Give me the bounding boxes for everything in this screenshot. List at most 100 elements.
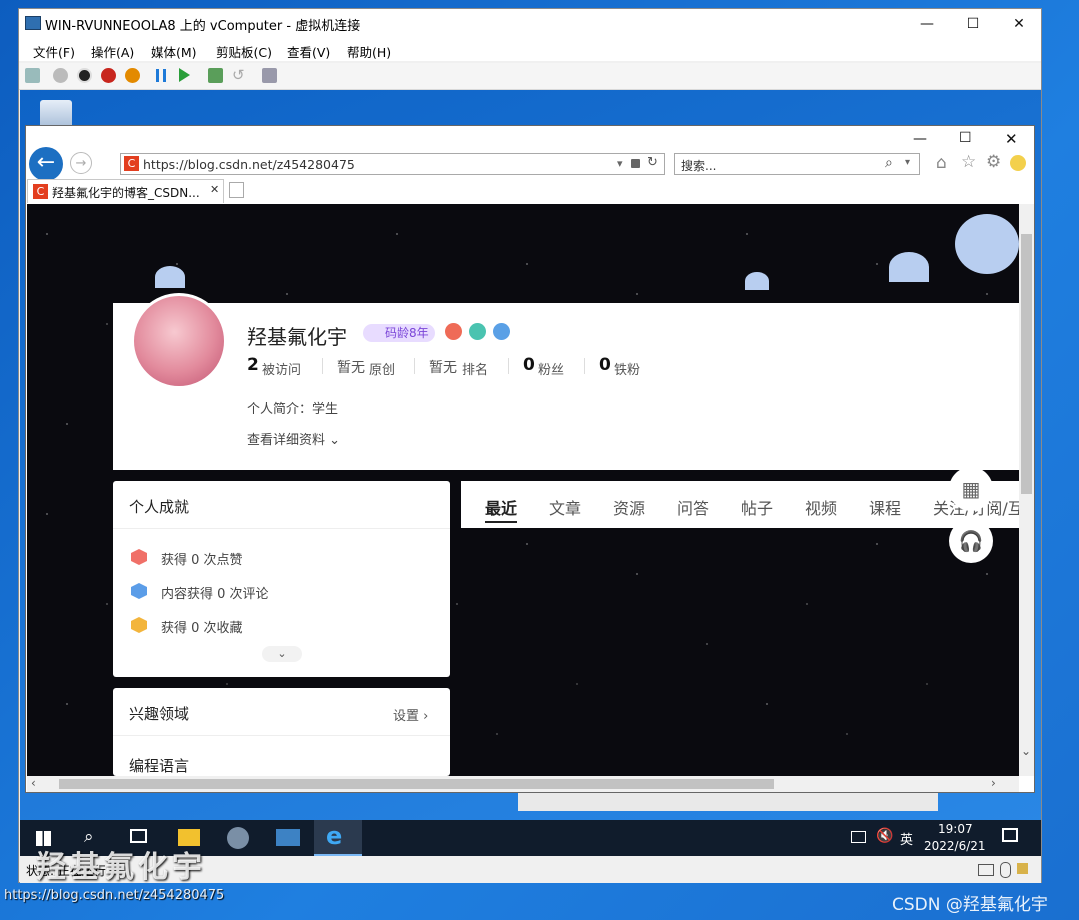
interests-card: 兴趣领域 设置 › 编程语言 — [113, 688, 450, 776]
vm-app-icon — [25, 16, 41, 30]
ie-taskbar-button[interactable]: e — [314, 820, 362, 856]
vm-menu-bar: 文件(F) 操作(A) 媒体(M) 剪贴板(C) 查看(V) 帮助(H) — [19, 39, 1041, 61]
divider — [322, 358, 323, 374]
revert-icon[interactable]: ↺ — [232, 66, 245, 84]
menu-view[interactable]: 查看(V) — [287, 42, 330, 61]
ie-minimize-button[interactable]: — — [913, 131, 927, 147]
tab-recent[interactable]: 最近 — [485, 495, 517, 519]
qr-code-icon[interactable]: ▦ — [949, 467, 993, 511]
dropdown-icon[interactable]: ▾ — [617, 157, 623, 170]
ctrl-alt-del-icon[interactable] — [25, 68, 40, 83]
forward-button[interactable]: → — [70, 152, 92, 174]
close-button[interactable]: ✕ — [996, 9, 1042, 39]
tab-qa[interactable]: 问答 — [677, 495, 709, 519]
turn-off-icon[interactable] — [77, 68, 92, 83]
maximize-button[interactable]: ☐ — [950, 9, 996, 39]
internet-explorer-icon: e — [326, 822, 343, 850]
clock-date[interactable]: 2022/6/21 — [924, 839, 986, 853]
scroll-left-icon[interactable]: ‹ — [31, 776, 36, 790]
tab-courses[interactable]: 课程 — [869, 495, 901, 519]
refresh-icon[interactable]: ↻ — [647, 155, 658, 170]
settings-icon[interactable] — [227, 827, 249, 849]
stat-original-value: 暂无 — [337, 360, 365, 376]
interests-settings-link[interactable]: 设置 › — [393, 705, 428, 724]
pause-icon[interactable] — [156, 69, 166, 82]
tab-videos[interactable]: 视频 — [805, 495, 837, 519]
page-content: 羟基氟化宇 码龄8年 2 被访问 暂无 原创 暂无 排名 0 粉丝 0 铁粉 个… — [27, 204, 1019, 776]
stat-iron-fans-label[interactable]: 铁粉 — [614, 359, 640, 378]
tab-title[interactable]: 羟基氟化宇的博客_CSDN... — [52, 184, 200, 201]
customer-service-icon[interactable]: 🎧 — [949, 519, 993, 563]
stat-visits-label: 被访问 — [262, 363, 302, 378]
achievement-likes: 获得 0 次点赞 — [161, 553, 243, 568]
save-state-icon[interactable] — [125, 68, 140, 83]
back-button[interactable]: ← — [29, 147, 63, 181]
url-text[interactable]: https://blog.csdn.net/z454280475 — [143, 157, 355, 172]
vm-window-title: WIN-RVUNNEOOLA8 上的 vComputer - 虚拟机连接 — [45, 19, 361, 34]
menu-file[interactable]: 文件(F) — [33, 42, 75, 61]
tab-posts[interactable]: 帖子 — [741, 495, 773, 519]
browser-tab[interactable]: C 羟基氟化宇的博客_CSDN... ✕ — [27, 179, 224, 203]
horizontal-scrollbar[interactable]: ‹ › — [27, 776, 1019, 792]
ime-indicator[interactable]: 英 — [900, 829, 913, 848]
stat-rank-label[interactable]: 排名 — [462, 359, 488, 378]
code-age-badge[interactable]: 码龄8年 — [363, 324, 435, 342]
vertical-scrollbar[interactable]: ⌄ — [1019, 204, 1034, 776]
home-icon[interactable]: ⌂ — [936, 153, 947, 173]
expand-chevron-icon[interactable]: ⌄ — [262, 646, 302, 662]
search-placeholder[interactable]: 搜索... — [681, 157, 716, 174]
scroll-right-icon[interactable]: › — [991, 776, 996, 790]
background-window-edge — [518, 793, 938, 811]
stat-fans-label[interactable]: 粉丝 — [538, 359, 564, 378]
menu-media[interactable]: 媒体(M) — [151, 42, 197, 61]
interests-title: 兴趣领域 — [129, 705, 190, 723]
menu-help[interactable]: 帮助(H) — [347, 42, 391, 61]
enhanced-session-icon[interactable] — [262, 68, 277, 83]
horizontal-scroll-thumb[interactable] — [59, 779, 774, 789]
search-dropdown-icon[interactable]: ▾ — [905, 157, 910, 168]
network-icon[interactable] — [851, 831, 866, 843]
tab-articles[interactable]: 文章 — [549, 495, 581, 519]
blog-expert-icon[interactable] — [445, 323, 462, 340]
search-box[interactable]: 搜索... ⌕ ▾ — [674, 153, 920, 175]
interest-item[interactable]: 编程语言 — [129, 755, 189, 776]
tools-gear-icon[interactable]: ⚙ — [986, 152, 1001, 172]
feedback-smiley-icon[interactable] — [1010, 155, 1026, 171]
menu-clipboard[interactable]: 剪贴板(C) — [216, 42, 272, 61]
vm-title-bar: WIN-RVUNNEOOLA8 上的 vComputer - 虚拟机连接 — ☐… — [19, 9, 1041, 39]
favorites-star-icon[interactable]: ☆ — [961, 152, 976, 172]
lock-icon[interactable] — [631, 159, 640, 168]
tab-resources[interactable]: 资源 — [613, 495, 645, 519]
shutdown-icon[interactable] — [101, 68, 116, 83]
vertical-scroll-thumb[interactable] — [1021, 234, 1032, 494]
gender-male-icon[interactable] — [493, 323, 510, 340]
server-manager-icon[interactable] — [276, 829, 300, 846]
keyboard-icon — [978, 864, 994, 876]
new-tab-icon[interactable] — [229, 182, 244, 198]
clock-time[interactable]: 19:07 — [938, 822, 973, 836]
search-icon[interactable]: ⌕ — [885, 155, 893, 171]
content-tabs: 最近 文章 资源 问答 帖子 视频 课程 关注/订阅/互 — [461, 481, 1019, 528]
view-details-link[interactable]: 查看详细资料 ⌄ — [247, 429, 340, 448]
volume-muted-icon[interactable]: 🔇 — [876, 828, 893, 844]
notification-icon[interactable] — [1002, 828, 1018, 842]
menu-action[interactable]: 操作(A) — [91, 42, 134, 61]
address-bar[interactable]: C https://blog.csdn.net/z454280475 ▾ ↻ — [120, 153, 665, 175]
divider — [414, 358, 415, 374]
checkpoint-icon[interactable] — [208, 68, 223, 83]
ie-maximize-button[interactable]: ☐ — [959, 130, 972, 146]
csdn-favicon-icon: C — [124, 156, 139, 171]
profile-name[interactable]: 羟基氟化宇 — [247, 321, 347, 350]
start-icon[interactable] — [53, 68, 68, 83]
stat-rank-value: 暂无 — [429, 360, 457, 376]
scroll-down-icon[interactable]: ⌄ — [1021, 744, 1031, 758]
lock-icon — [1017, 863, 1028, 874]
community-icon[interactable] — [469, 323, 486, 340]
stat-original-label[interactable]: 原创 — [369, 359, 395, 378]
tab-close-icon[interactable]: ✕ — [210, 183, 219, 196]
task-view-icon[interactable] — [130, 829, 147, 843]
minimize-button[interactable]: — — [904, 9, 950, 39]
resume-icon[interactable] — [179, 68, 190, 82]
avatar[interactable] — [131, 293, 227, 389]
ie-close-button[interactable]: ✕ — [1005, 130, 1018, 148]
